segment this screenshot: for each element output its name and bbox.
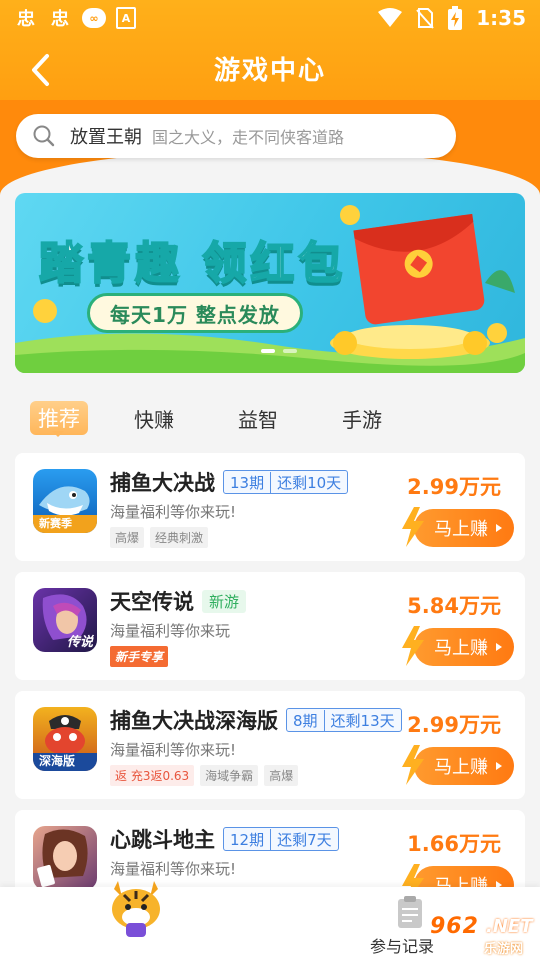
banner-subtitle: 每天1万 整点发放 bbox=[87, 293, 303, 333]
tag: 经典刺激 bbox=[150, 527, 209, 548]
game-thumbnail: 深海版 bbox=[33, 707, 97, 771]
wifi-icon bbox=[378, 8, 403, 27]
search-hint: 国之大义，走不同侠客道路 bbox=[152, 128, 345, 147]
game-thumbnail bbox=[33, 826, 97, 890]
game-title: 捕鱼大决战深海版 8期 还剩13天 bbox=[110, 705, 402, 735]
tab-quick-earn[interactable]: 快赚 bbox=[134, 398, 238, 438]
reward-amount: 5.84万元 bbox=[407, 594, 501, 618]
game-description: 海量福利等你来玩! bbox=[110, 503, 237, 521]
category-tabs: 推荐 快赚 益智 手游 bbox=[30, 398, 446, 438]
tab-puzzle[interactable]: 益智 bbox=[238, 398, 342, 438]
game-tags: 返 充3返0.63 海域争霸 高爆 bbox=[110, 765, 299, 786]
tab-mobile-games[interactable]: 手游 bbox=[342, 398, 446, 438]
tab-label: 快赚 bbox=[134, 407, 174, 432]
game-tags: 新手专享 bbox=[110, 646, 169, 667]
landlord-card-game-icon bbox=[37, 829, 88, 888]
status-bar: 忠 忠 ∞ A 1:35 bbox=[0, 0, 540, 36]
infinity-badge-icon: ∞ bbox=[82, 8, 106, 28]
status-time: 1:35 bbox=[476, 6, 526, 30]
game-name: 捕鱼大决战 bbox=[110, 471, 215, 495]
game-title: 心跳斗地主 12期 还剩7天 bbox=[110, 824, 339, 854]
rebate-tag: 返 充3返0.63 bbox=[110, 765, 195, 786]
tab-label: 手游 bbox=[342, 407, 382, 432]
notification-app-icon: 忠 bbox=[17, 9, 35, 30]
no-sim-icon bbox=[416, 8, 434, 29]
game-card[interactable]: 深海版 捕鱼大决战深海版 8期 还剩13天 海量福利等你来玩! 返 充3返0.63… bbox=[15, 691, 525, 799]
earn-now-button[interactable]: 马上赚 bbox=[402, 507, 514, 547]
record-label: 参与记录 bbox=[370, 937, 435, 956]
tiger-mascot-icon[interactable] bbox=[104, 875, 168, 939]
watermark-cn: 乐游网 bbox=[484, 942, 524, 957]
earn-label: 马上赚 bbox=[434, 519, 488, 540]
game-description: 海量福利等你来玩! bbox=[110, 741, 237, 759]
search-input[interactable]: 放置王朝 国之大义，走不同侠客道路 bbox=[16, 114, 456, 158]
game-name: 捕鱼大决战深海版 bbox=[110, 709, 278, 733]
earn-label: 马上赚 bbox=[434, 638, 488, 659]
period-number: 12期 bbox=[230, 830, 265, 849]
lightning-icon bbox=[402, 745, 424, 785]
earn-label: 马上赚 bbox=[434, 757, 488, 778]
period-remaining: 还剩10天 bbox=[270, 471, 347, 493]
banner-title: 踏青趣 领红包 bbox=[38, 237, 347, 290]
reward-amount: 1.66万元 bbox=[407, 832, 501, 856]
battery-charging-icon bbox=[448, 6, 463, 30]
page-title: 游戏中心 bbox=[213, 56, 326, 86]
reward-amount: 2.99万元 bbox=[407, 475, 501, 499]
tab-label: 推荐 bbox=[30, 401, 88, 437]
period-number: 8期 bbox=[293, 711, 318, 730]
earn-now-button[interactable]: 马上赚 bbox=[402, 745, 514, 785]
game-card[interactable]: 新赛季 捕鱼大决战 13期 还剩10天 海量福利等你来玩! 高爆 经典刺激 2.9… bbox=[15, 453, 525, 561]
clipboard-icon bbox=[398, 896, 422, 928]
pager-dot bbox=[283, 349, 297, 353]
new-game-badge: 新游 bbox=[202, 589, 247, 613]
banner-pager bbox=[261, 349, 297, 353]
lightning-icon bbox=[402, 507, 424, 547]
tag: 海域争霸 bbox=[200, 765, 259, 786]
tab-label: 益智 bbox=[238, 407, 278, 432]
game-description: 海量福利等你来玩 bbox=[110, 622, 231, 640]
game-name: 天空传说 bbox=[110, 590, 194, 614]
lightning-icon bbox=[402, 626, 424, 666]
earn-now-button[interactable]: 马上赚 bbox=[402, 626, 514, 666]
period-badge: 13期 还剩10天 bbox=[223, 470, 349, 494]
site-watermark: 962 .NET 乐游网 bbox=[430, 914, 540, 960]
thumb-label: 传说 bbox=[66, 635, 93, 650]
period-badge: 12期 还剩7天 bbox=[223, 827, 339, 851]
thumb-label: 新赛季 bbox=[39, 517, 72, 530]
pager-dot-active bbox=[261, 349, 275, 353]
text-badge-icon: A bbox=[116, 7, 136, 29]
period-remaining: 还剩13天 bbox=[323, 709, 401, 731]
watermark-number: 962 bbox=[430, 914, 479, 939]
tag: 新手专享 bbox=[110, 646, 169, 667]
game-card[interactable]: 传说 天空传说 新游 海量福利等你来玩 新手专享 5.84万元 马上赚 bbox=[15, 572, 525, 680]
thumb-label: 深海版 bbox=[39, 754, 76, 768]
period-remaining: 还剩7天 bbox=[270, 828, 338, 850]
title-bar: 游戏中心 bbox=[0, 40, 540, 100]
game-title: 天空传说 新游 bbox=[110, 586, 247, 616]
search-value: 放置王朝 bbox=[70, 127, 142, 148]
game-thumbnail: 传说 bbox=[33, 588, 97, 652]
game-thumbnail: 新赛季 bbox=[33, 469, 97, 533]
game-tags: 高爆 经典刺激 bbox=[110, 527, 209, 548]
watermark-net: .NET bbox=[486, 916, 533, 937]
tag: 高爆 bbox=[264, 765, 299, 786]
game-name: 心跳斗地主 bbox=[110, 828, 215, 852]
promo-banner[interactable]: 踏青趣 领红包 每天1万 整点发放 bbox=[15, 193, 525, 373]
period-badge: 8期 还剩13天 bbox=[286, 708, 402, 732]
game-title: 捕鱼大决战 13期 还剩10天 bbox=[110, 467, 349, 497]
tab-recommend[interactable]: 推荐 bbox=[30, 398, 134, 438]
tag: 高爆 bbox=[110, 527, 145, 548]
reward-amount: 2.99万元 bbox=[407, 713, 501, 737]
search-icon bbox=[33, 125, 55, 147]
period-number: 13期 bbox=[230, 473, 265, 492]
notification-app-icon: 忠 bbox=[51, 9, 69, 30]
